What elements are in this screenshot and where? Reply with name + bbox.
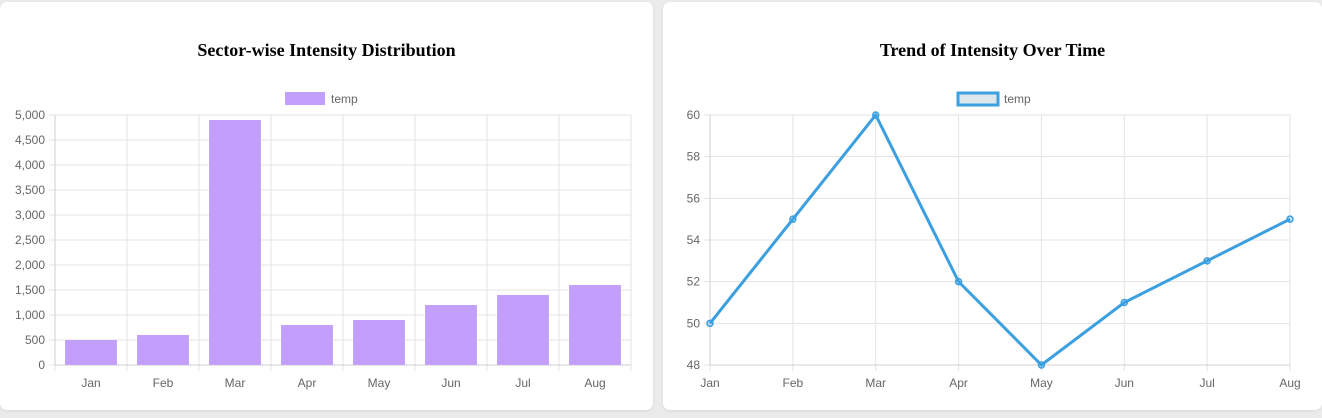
y-tick-label: 60 [687,108,701,122]
y-tick-label: 4,500 [15,133,45,147]
y-tick-label: 1,000 [15,308,45,322]
data-point [789,215,797,223]
bar [497,295,549,365]
y-tick-label: 1,500 [15,283,45,297]
y-tick-label: 54 [687,233,701,247]
legend-label: temp [1004,92,1031,106]
data-point [1120,298,1129,307]
bar-chart: 0 500 1,000 1,500 2,000 2,500 3,000 3,500 4,000 4… [15,92,632,390]
y-tick-label: 2,000 [15,258,45,272]
y-tick-label: 3,000 [15,208,45,222]
x-tick-label: Apr [949,376,968,390]
x-tick-label: Jan [81,376,100,390]
x-tick-label: Mar [865,376,886,390]
bar [209,120,261,365]
data-point [954,277,963,286]
legend-label: temp [331,92,358,106]
y-tick-label: 48 [687,358,701,372]
data-point [1203,257,1211,265]
data-point [1037,361,1046,369]
x-tick-label: Feb [783,376,804,390]
y-tick-label: 58 [687,150,701,164]
bar [353,320,405,365]
y-tick-label: 52 [687,275,701,289]
y-tick-label: 2,500 [15,233,45,247]
y-tick-label: 56 [687,191,701,205]
line-chart: 48505254565860 Jan Feb Mar Apr May Jun Jul Aug … [687,91,1301,390]
data-point [1286,215,1294,223]
y-tick-label: 4,000 [15,158,45,172]
x-tick-label: Apr [298,376,317,390]
y-tick-label: 3,500 [15,183,45,197]
x-tick-label: Aug [1279,376,1300,390]
x-tick-label: Feb [153,376,174,390]
line-chart-card: Trend of Intensity Over Time 48 50 52 54 56 5… [663,2,1322,410]
x-tick-label: Jul [515,376,530,390]
bar-chart-card: Sector-wise Intensity Distribution 0 500 1… [0,2,653,410]
y-tick-label: 50 [687,316,701,330]
bar [137,335,189,365]
bar [569,285,621,365]
bar [65,340,117,365]
x-tick-label: Mar [225,376,246,390]
data-point [871,111,880,119]
x-tick-label: Jul [1199,376,1214,390]
y-tick-label: 5,000 [15,108,45,122]
x-tick-label: May [368,376,391,390]
bar [425,305,477,365]
data-point [706,319,714,328]
legend-swatch [285,92,325,105]
x-tick-label: Aug [584,376,605,390]
legend-swatch [956,91,1000,107]
x-tick-label: Jun [441,376,460,390]
y-tick-label: 0 [38,358,45,372]
x-tick-label: Jun [1115,376,1134,390]
bar [281,325,333,365]
y-tick-label: 500 [25,333,45,347]
x-tick-label: May [1030,376,1053,390]
x-tick-label: Jan [700,376,719,390]
